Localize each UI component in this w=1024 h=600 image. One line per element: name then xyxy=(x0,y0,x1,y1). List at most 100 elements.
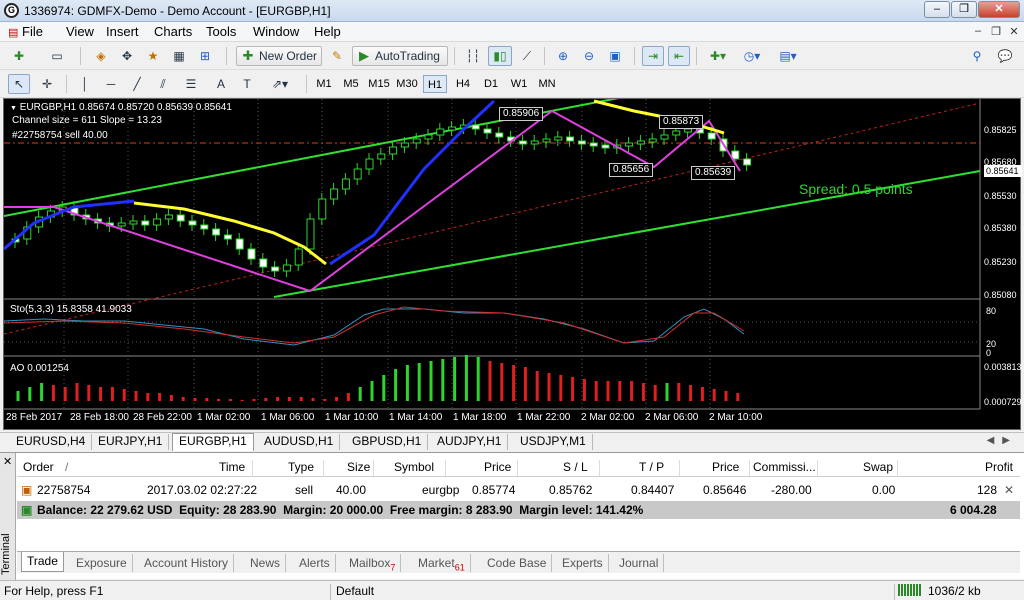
menu-view[interactable]: View xyxy=(66,24,94,39)
tab-mailbox[interactable]: Mailbox7 xyxy=(344,554,402,572)
column-header[interactable]: Price xyxy=(712,460,739,474)
menu-window[interactable]: Window xyxy=(253,24,299,39)
chart-shift-icon[interactable]: ⇤ xyxy=(668,46,690,66)
column-header[interactable]: Swap xyxy=(863,460,893,474)
autotrading-button[interactable]: ▶ AutoTrading xyxy=(352,46,448,66)
close-icon[interactable]: ✕ xyxy=(3,455,12,468)
timeframe-d1[interactable]: D1 xyxy=(479,75,503,93)
mdi-restore-button[interactable]: ❐ xyxy=(988,25,1004,39)
chat-icon[interactable]: 💬 xyxy=(992,46,1018,66)
data-window-icon[interactable]: ✥ xyxy=(116,46,138,66)
help-text: For Help, press F1 xyxy=(4,584,104,598)
vertical-line-icon[interactable]: │ xyxy=(74,74,96,94)
arrows-icon[interactable]: ⇗▾ xyxy=(266,74,294,94)
chart-window[interactable]: ▼ EURGBP,H1 0.85674 0.85720 0.85639 0.85… xyxy=(3,98,1022,430)
market-watch-icon[interactable]: ◈ xyxy=(90,46,112,66)
column-header[interactable]: Type xyxy=(288,460,314,474)
cursor-icon[interactable]: ↖ xyxy=(8,74,30,94)
chart-tab[interactable]: USDJPY,M1 xyxy=(514,434,593,450)
ma-blue-line[interactable] xyxy=(329,99,496,266)
chart-tab[interactable]: EURJPY,H1 xyxy=(92,434,170,450)
timeframe-m15[interactable]: M15 xyxy=(367,75,391,93)
new-order-button[interactable]: ✚ New Order xyxy=(236,46,322,66)
trendline-icon[interactable]: ╱ xyxy=(126,74,148,94)
tab-account-history[interactable]: Account History xyxy=(139,554,235,572)
text-label-icon[interactable]: T xyxy=(236,74,258,94)
new-chart-icon[interactable]: ✚ xyxy=(8,46,30,66)
orders-table-header: Order / Time Type Size Symbol Price S / … xyxy=(17,457,1020,477)
chart-tab[interactable]: AUDJPY,H1 xyxy=(431,434,509,450)
mdi-minimize-button[interactable]: – xyxy=(970,25,986,39)
order-row[interactable]: ▣ 22758754 2017.03.02 02:27:22 sell 40.0… xyxy=(17,481,1020,500)
menu-tools[interactable]: Tools xyxy=(206,24,236,39)
tab-news[interactable]: News xyxy=(245,554,287,572)
menu-charts[interactable]: Charts xyxy=(154,24,192,39)
line-chart-icon[interactable]: ⟋ xyxy=(516,46,538,66)
zoom-in-icon[interactable]: ⊕ xyxy=(552,46,574,66)
templates-icon[interactable]: ▤▾ xyxy=(772,46,804,66)
close-button[interactable]: ✕ xyxy=(978,1,1020,18)
bar-chart-icon[interactable]: ┆┆ xyxy=(462,46,484,66)
fibonacci-icon[interactable]: ☰ xyxy=(180,74,202,94)
tab-trade[interactable]: Trade xyxy=(21,552,64,572)
minimize-button[interactable]: – xyxy=(924,1,950,18)
tab-market[interactable]: Market61 xyxy=(413,554,471,572)
timeframe-m1[interactable]: M1 xyxy=(312,75,336,93)
tester-icon[interactable]: ⊞ xyxy=(194,46,216,66)
maximize-button[interactable]: ❐ xyxy=(951,1,977,18)
auto-scroll-icon[interactable]: ⇥ xyxy=(642,46,664,66)
ma-blue-line[interactable] xyxy=(4,199,135,251)
periods-icon[interactable]: ◷▾ xyxy=(738,46,766,66)
ao-axis-label: 0.000729 xyxy=(984,397,1022,407)
timeframe-m5[interactable]: M5 xyxy=(339,75,363,93)
tile-windows-icon[interactable]: ▣ xyxy=(604,46,626,66)
zoom-out-icon[interactable]: ⊖ xyxy=(578,46,600,66)
column-header[interactable]: T / P xyxy=(639,460,664,474)
metaeditor-icon[interactable]: ✎ xyxy=(326,46,348,66)
column-header[interactable]: Symbol xyxy=(394,460,434,474)
timeframe-w1[interactable]: W1 xyxy=(507,75,531,93)
tab-exposure[interactable]: Exposure xyxy=(71,554,133,572)
indicators-icon[interactable]: ✚▾ xyxy=(704,46,732,66)
menu-insert[interactable]: Insert xyxy=(106,24,139,39)
order-tp[interactable]: 0.84407 xyxy=(631,483,674,497)
tab-scroll-arrows-icon[interactable]: ◀▶ xyxy=(987,435,1018,446)
mdi-close-button[interactable]: ✕ xyxy=(1006,25,1022,39)
candlestick-chart-icon[interactable]: ▮▯ xyxy=(488,46,512,66)
tab-journal[interactable]: Journal xyxy=(614,554,665,572)
column-header[interactable]: Size xyxy=(347,460,370,474)
horizontal-line-icon[interactable]: ─ xyxy=(100,74,122,94)
terminal-icon[interactable]: ▦ xyxy=(168,46,190,66)
sort-icon[interactable]: / xyxy=(65,460,68,474)
tab-alerts[interactable]: Alerts xyxy=(294,554,336,572)
column-header[interactable]: S / L xyxy=(563,460,588,474)
crosshair-icon[interactable]: ✛ xyxy=(36,74,58,94)
tab-code-base[interactable]: Code Base xyxy=(482,554,553,572)
profile-name[interactable]: Default xyxy=(336,584,374,598)
menu-help[interactable]: Help xyxy=(314,24,341,39)
search-icon[interactable]: ⚲ xyxy=(966,46,988,66)
timeframe-h4[interactable]: H4 xyxy=(451,75,475,93)
profiles-icon[interactable]: ▭ xyxy=(46,46,68,66)
channel-icon[interactable]: ⫽ xyxy=(152,74,174,94)
chart-tab[interactable]: AUDUSD,H1 xyxy=(258,434,341,450)
menu-file[interactable]: ▤ File xyxy=(8,24,43,39)
column-header[interactable]: Commissi... xyxy=(753,460,816,474)
zigzag-line[interactable] xyxy=(4,109,741,293)
timeframe-mn[interactable]: MN xyxy=(535,75,559,93)
chart-tab-active[interactable]: EURGBP,H1 xyxy=(172,433,254,451)
close-order-icon[interactable]: ✕ xyxy=(1004,483,1014,497)
column-header[interactable]: Time xyxy=(219,460,245,474)
text-icon[interactable]: A xyxy=(210,74,232,94)
column-header[interactable]: Price xyxy=(484,460,511,474)
timeframe-h1[interactable]: H1 xyxy=(423,75,447,93)
chart-tab[interactable]: EURUSD,H4 xyxy=(10,434,93,450)
chart-tab[interactable]: GBPUSD,H1 xyxy=(346,434,429,450)
tab-experts[interactable]: Experts xyxy=(557,554,609,572)
chart-canvas[interactable] xyxy=(4,99,1020,429)
navigator-icon[interactable]: ★ xyxy=(142,46,164,66)
timeframe-m30[interactable]: M30 xyxy=(395,75,419,93)
order-sl[interactable]: 0.85762 xyxy=(549,483,592,497)
column-header[interactable]: Profit xyxy=(985,460,1013,474)
column-header[interactable]: Order xyxy=(23,460,54,474)
